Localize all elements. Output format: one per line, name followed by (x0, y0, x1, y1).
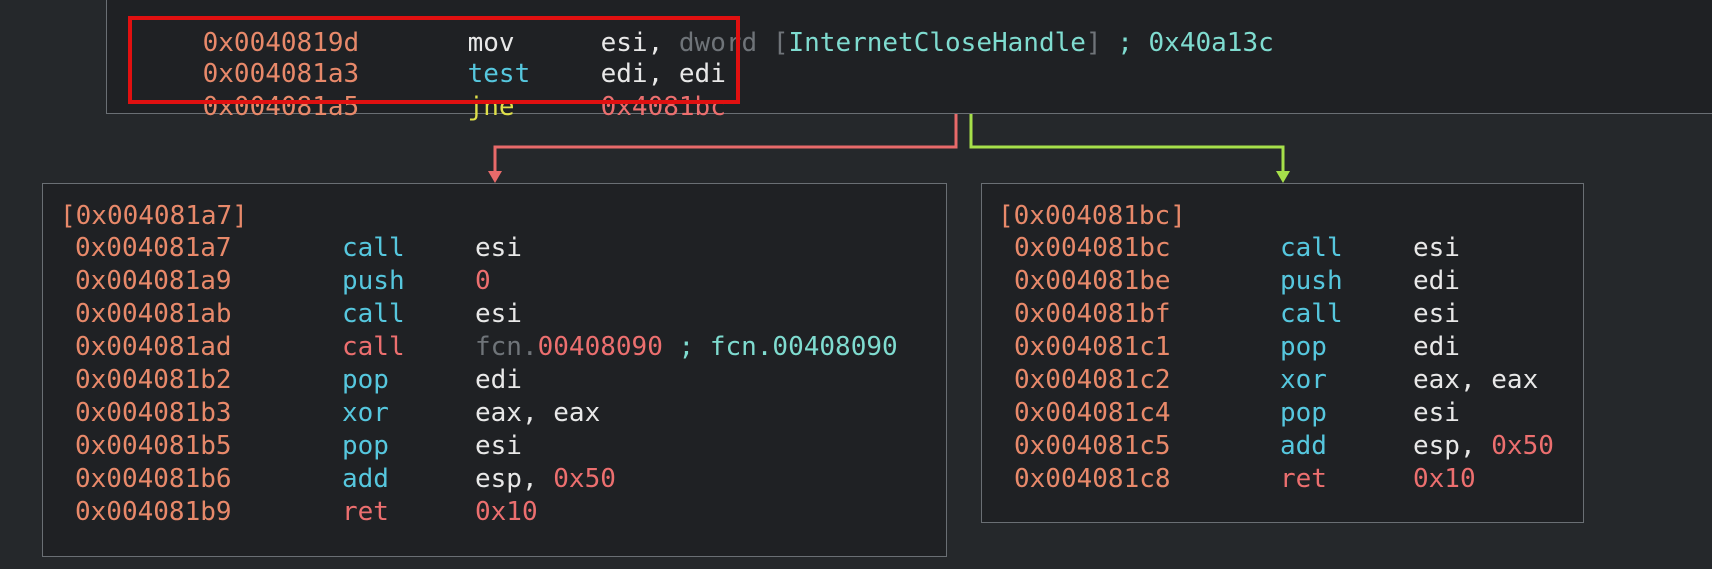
operand-text: esi (1413, 299, 1460, 329)
operand-text: esp, (475, 464, 554, 494)
instruction-address: 0x004081b2 (75, 365, 232, 395)
instruction-operands: fcn.00408090 ; fcn.00408090 (475, 331, 898, 364)
instruction-address: 0x004081b9 (75, 497, 232, 527)
operand-text: 0x10 (475, 497, 538, 527)
edge-true-branch (969, 112, 1285, 172)
instruction-operands: esp, 0x50 (475, 463, 616, 496)
instruction-address: 0x004081a7 (75, 233, 232, 263)
operand-text: esp, (1413, 431, 1492, 461)
instruction-mnemonic: call (1280, 299, 1343, 329)
instruction-mnemonic: xor (342, 398, 389, 428)
operand-text: edi (475, 365, 522, 395)
instruction-mnemonic: call (342, 299, 405, 329)
instruction-address: 0x004081c4 (1014, 398, 1171, 428)
operand-immediate: 0x50 (1491, 431, 1554, 461)
instruction-operands: eax, eax (1413, 364, 1538, 397)
operand-bracket: ] (1085, 28, 1102, 58)
instruction-address: 0x004081ad (75, 332, 232, 362)
instruction-address: 0x004081b5 (75, 431, 232, 461)
block-header: [0x004081bc] (998, 201, 1186, 231)
edge-true-arrowhead (1276, 171, 1290, 183)
instruction-mnemonic: push (1280, 266, 1343, 296)
operand-text: edi (1413, 332, 1460, 362)
instruction-mnemonic: ret (1280, 464, 1327, 494)
instruction-operands: esi (475, 430, 522, 463)
operand-text: esi (475, 431, 522, 461)
instruction-address: 0x004081ab (75, 299, 232, 329)
instruction-mnemonic: call (342, 233, 405, 263)
instruction-mnemonic: pop (1280, 398, 1327, 428)
instruction-mnemonic: add (342, 464, 389, 494)
operand-text: esi (475, 299, 522, 329)
instruction-mnemonic: pop (1280, 332, 1327, 362)
graph-view[interactable]: 0x0040819d mov esi, dword [InternetClose… (0, 0, 1712, 569)
instruction-comment: ; 0x40a13c (1101, 28, 1274, 58)
instruction-address: 0x004081bf (1014, 299, 1171, 329)
instruction-operands: 0x10 (475, 496, 538, 529)
instruction-mnemonic: call (1280, 233, 1343, 263)
instruction-address: 0x004081c5 (1014, 431, 1171, 461)
block-header: [0x004081a7] (60, 201, 248, 231)
instruction-address: 0x004081c2 (1014, 365, 1171, 395)
operand-prefix: fcn. (475, 332, 538, 362)
instruction-operands: eax, eax (475, 397, 600, 430)
instruction-operands: 0x10 (1413, 463, 1476, 496)
instruction-operands: edi (1413, 331, 1460, 364)
instruction-address: 0x004081b3 (75, 398, 232, 428)
instruction-comment: ; fcn.00408090 (662, 332, 898, 362)
operand-text: esi (1413, 233, 1460, 263)
instruction-mnemonic: ret (342, 497, 389, 527)
instruction-operands: esi (1413, 397, 1460, 430)
operand-text: eax, eax (1413, 365, 1539, 395)
instruction-mnemonic: xor (1280, 365, 1327, 395)
instruction-address: 0x004081c1 (1014, 332, 1171, 362)
operand-immediate: 0x50 (553, 464, 616, 494)
instruction-operands: edi (475, 364, 522, 397)
function-reference[interactable]: 00408090 (538, 332, 663, 362)
instruction-operands: esi (475, 298, 522, 331)
operand-text: esi (475, 233, 522, 263)
instruction-operands: esi (1413, 298, 1460, 331)
instruction-operands: esi (475, 232, 522, 265)
instruction-mnemonic: pop (342, 365, 389, 395)
instruction-mnemonic: push (342, 266, 405, 296)
highlight-box (128, 16, 740, 104)
operand-text: eax, eax (475, 398, 601, 428)
instruction-operands: 0 (475, 265, 491, 298)
edge-false-arrowhead (488, 171, 502, 183)
operand-symbol[interactable]: InternetCloseHandle (788, 28, 1085, 58)
operand-text: 0 (475, 266, 491, 296)
instruction-address: 0x004081c8 (1014, 464, 1171, 494)
instruction-operands: esp, 0x50 (1413, 430, 1554, 463)
operand-text: 0x10 (1413, 464, 1476, 494)
instruction-address: 0x004081be (1014, 266, 1171, 296)
instruction-address: 0x004081a9 (75, 266, 232, 296)
instruction-address: 0x004081bc (1014, 233, 1171, 263)
instruction-mnemonic: pop (342, 431, 389, 461)
instruction-mnemonic: add (1280, 431, 1327, 461)
instruction-mnemonic: call (342, 332, 405, 362)
instruction-operands: edi (1413, 265, 1460, 298)
operand-text: esi (1413, 398, 1460, 428)
instruction-operands: esi (1413, 232, 1460, 265)
operand-text: edi (1413, 266, 1460, 296)
instruction-address: 0x004081b6 (75, 464, 232, 494)
